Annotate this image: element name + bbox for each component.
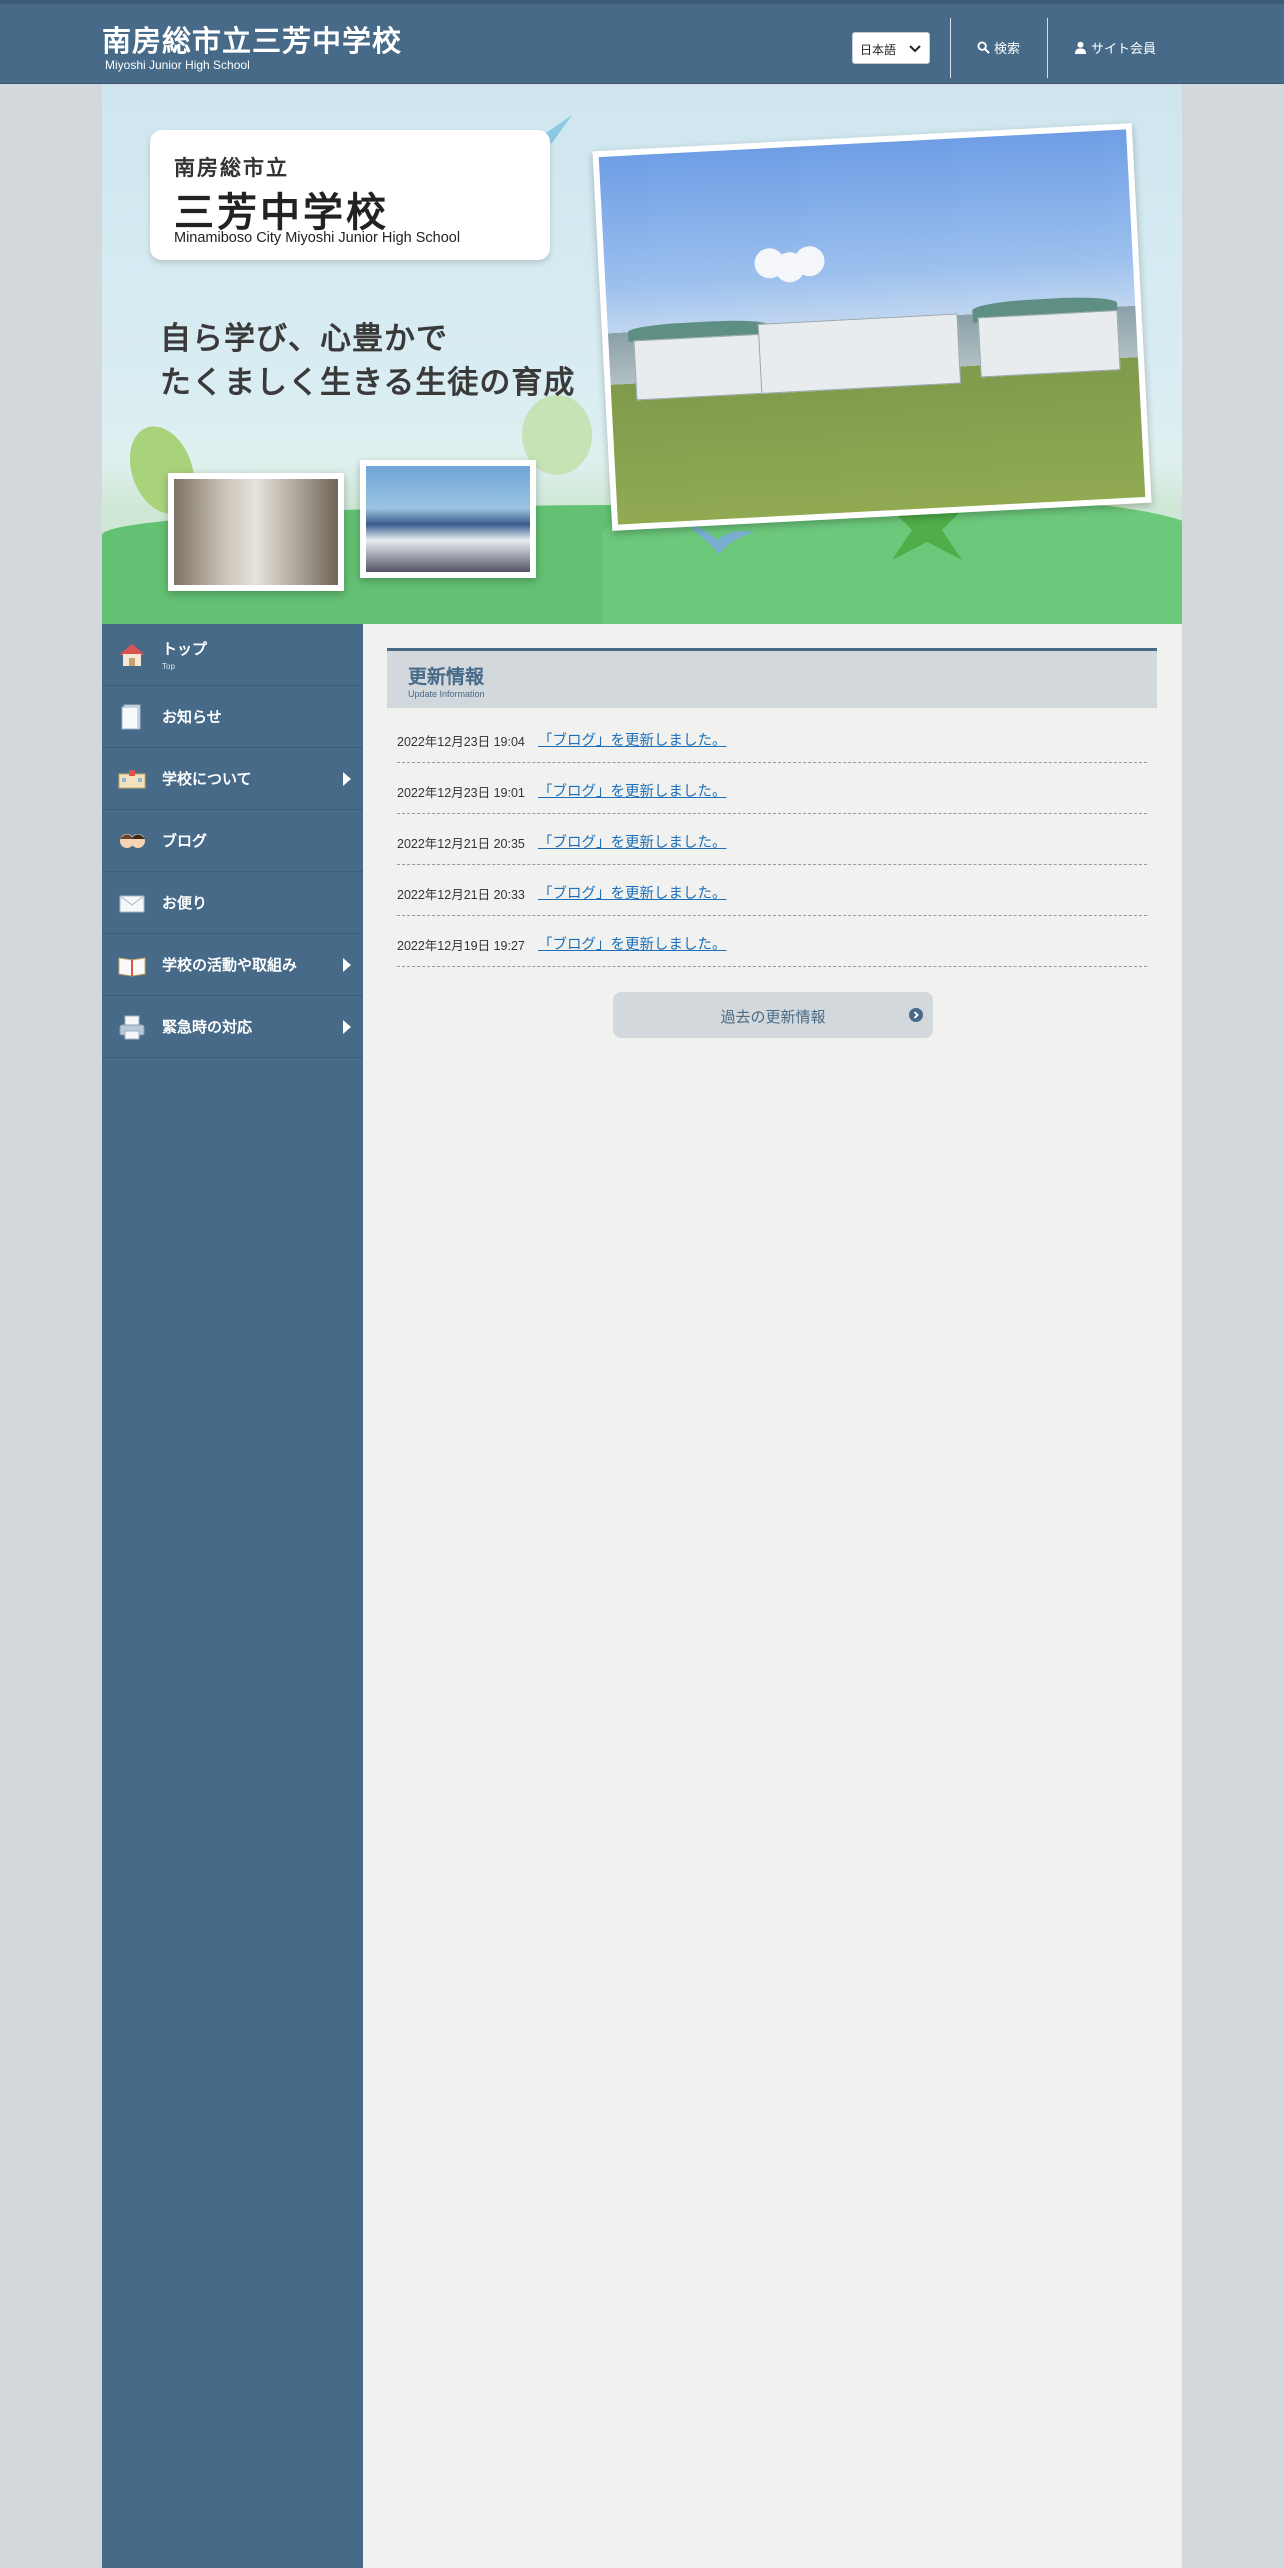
- sidebar-item-label: 学校の活動や取組み: [162, 957, 298, 974]
- motto-line: 自ら学び、心豊かで: [160, 321, 448, 357]
- language-select[interactable]: 日本語: [852, 32, 930, 64]
- updates-subtitle: Update Information: [408, 689, 485, 699]
- logo-city-name: 南房総市立: [174, 157, 289, 180]
- site-title[interactable]: 南房総市立三芳中学校: [102, 18, 402, 60]
- update-link[interactable]: 「ブログ」を更新しました。: [538, 831, 727, 852]
- language-selected-label: 日本語: [860, 43, 897, 57]
- sidebar-item-sublabel: Top: [162, 662, 175, 671]
- mail-icon: [119, 895, 145, 913]
- hallway-photo: [168, 473, 344, 591]
- update-date: 2022年12月23日 19:04: [397, 735, 525, 749]
- sidebar-item-label: お便り: [162, 895, 208, 912]
- school-motto: 自ら学び、心豊かで たくましく生きる生徒の育成: [160, 317, 575, 405]
- list-item: 2022年12月19日 19:27 「ブログ」を更新しました。: [397, 916, 1147, 967]
- update-date: 2022年12月21日 20:35: [397, 837, 525, 851]
- updates-header: 更新情報 Update Information: [387, 648, 1157, 708]
- sidebar-item-label: お知らせ: [162, 709, 222, 726]
- sidebar-item-emergency[interactable]: 緊急時の対応: [102, 996, 363, 1058]
- update-link[interactable]: 「ブログ」を更新しました。: [538, 933, 727, 954]
- people-icon: [120, 834, 145, 848]
- chevron-right-icon: [343, 958, 351, 972]
- school-icon: [118, 770, 146, 789]
- header-divider: [1047, 18, 1048, 78]
- search-icon: [977, 41, 990, 54]
- list-item: 2022年12月23日 19:04 「ブログ」を更新しました。: [397, 712, 1147, 763]
- chevron-right-icon: [343, 1020, 351, 1034]
- update-link[interactable]: 「ブログ」を更新しました。: [538, 780, 727, 801]
- list-item: 2022年12月21日 20:33 「ブログ」を更新しました。: [397, 865, 1147, 916]
- update-date: 2022年12月23日 19:01: [397, 786, 525, 800]
- list-item: 2022年12月21日 20:35 「ブログ」を更新しました。: [397, 814, 1147, 865]
- sidebar-item-top[interactable]: トップ Top: [102, 624, 363, 686]
- document-icon: [121, 704, 141, 730]
- sidebar-item-label: トップ: [162, 641, 208, 658]
- update-link[interactable]: 「ブログ」を更新しました。: [538, 882, 727, 903]
- school-building-photo: [592, 123, 1152, 531]
- sidebar-item-label: 学校について: [162, 771, 252, 788]
- hero-banner: 南房総市立 三芳中学校 Minamiboso City Miyoshi Juni…: [102, 85, 1182, 624]
- chevron-right-icon: [343, 772, 351, 786]
- update-date: 2022年12月19日 19:27: [397, 939, 525, 953]
- sidebar-nav: トップ Top お知らせ 学校について ブログ お便り 学校の活動や取組み 緊急…: [102, 624, 363, 2568]
- site-header: 南房総市立三芳中学校 Miyoshi Junior High School 日本…: [0, 0, 1284, 84]
- search-link[interactable]: 検索: [977, 38, 1020, 57]
- list-item: 2022年12月23日 19:01 「ブログ」を更新しました。: [397, 763, 1147, 814]
- sidebar-item-news[interactable]: お知らせ: [102, 686, 363, 748]
- sidebar-item-blog[interactable]: ブログ: [102, 810, 363, 872]
- sidebar-item-label: ブログ: [162, 833, 208, 850]
- logo-english-name: Minamiboso City Miyoshi Junior High Scho…: [174, 230, 461, 246]
- site-subtitle: Miyoshi Junior High School: [105, 58, 250, 72]
- search-label: 検索: [994, 41, 1021, 56]
- book-icon: [118, 957, 146, 977]
- update-date: 2022年12月21日 20:33: [397, 888, 525, 902]
- sidebar-item-letters[interactable]: お便り: [102, 872, 363, 934]
- sidebar-item-about-school[interactable]: 学校について: [102, 748, 363, 810]
- students-group-photo: [360, 460, 536, 578]
- sidebar-item-label: 緊急時の対応: [162, 1019, 253, 1036]
- school-logo-card: 南房総市立 三芳中学校 Minamiboso City Miyoshi Juni…: [150, 130, 550, 260]
- sidebar-item-activities[interactable]: 学校の活動や取組み: [102, 934, 363, 996]
- motto-line: たくましく生きる生徒の育成: [160, 365, 576, 401]
- home-icon: [119, 644, 145, 666]
- circle-chevron-right-icon: [909, 1008, 923, 1022]
- member-link[interactable]: サイト会員: [1074, 38, 1156, 57]
- user-icon: [1074, 41, 1087, 54]
- member-label: サイト会員: [1091, 41, 1157, 56]
- updates-title: 更新情報: [408, 667, 485, 688]
- past-updates-button[interactable]: 過去の更新情報: [613, 992, 933, 1038]
- header-divider: [950, 18, 951, 78]
- update-link[interactable]: 「ブログ」を更新しました。: [538, 729, 727, 750]
- printer-icon: [119, 1015, 145, 1040]
- past-updates-label: 過去の更新情報: [720, 1009, 826, 1026]
- chevron-down-icon: [909, 45, 921, 53]
